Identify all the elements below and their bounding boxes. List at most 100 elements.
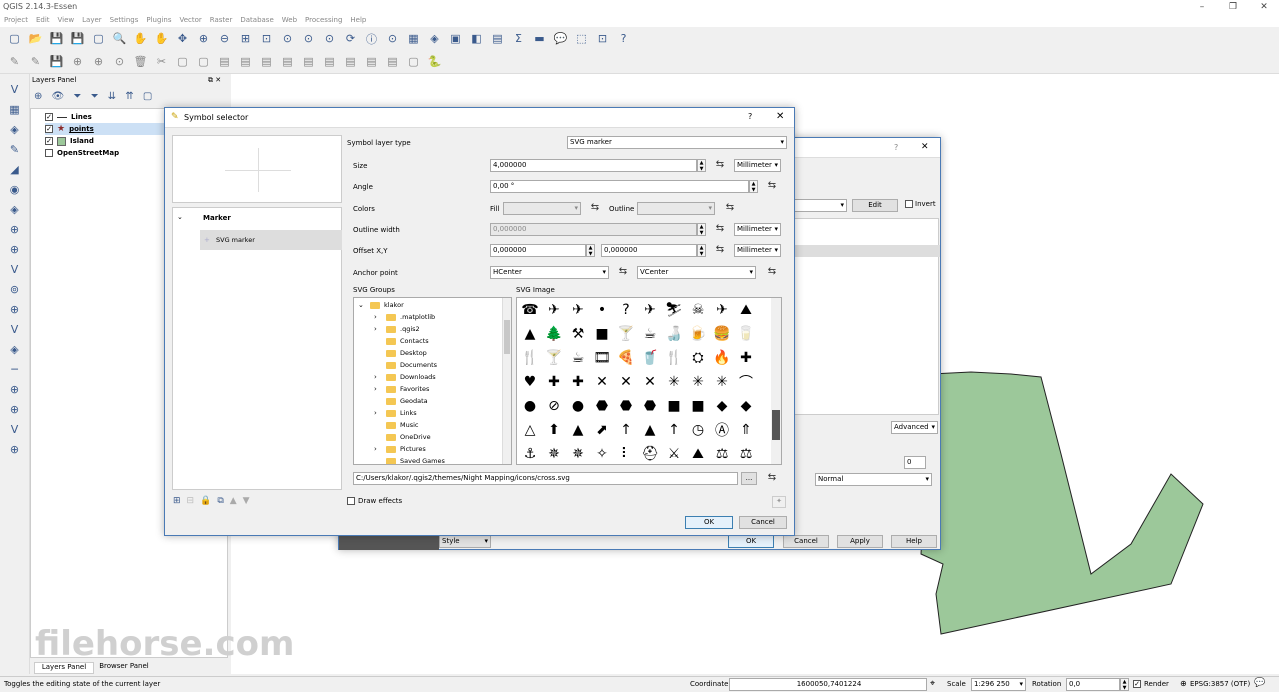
menu-settings[interactable]: Settings	[106, 14, 143, 26]
toolbar-icon[interactable]: ▢	[196, 54, 211, 69]
svg-group-item[interactable]: › .qgis2	[374, 323, 420, 335]
anchor-v-combo[interactable]: VCenter	[637, 266, 756, 279]
svg-symbol[interactable]: ✵	[567, 443, 589, 464]
svg-symbol[interactable]: 🍺	[687, 323, 709, 345]
style-button[interactable]: Style	[439, 535, 491, 548]
svg-symbol[interactable]: ⚔	[663, 443, 685, 464]
symbol-list[interactable]	[779, 218, 940, 415]
toolbar-icon[interactable]: ⊡	[595, 31, 610, 46]
svg-symbol[interactable]: ↑	[615, 419, 637, 441]
toolbar-icon[interactable]: 🗑	[133, 54, 148, 69]
svg-symbol[interactable]: ◷	[687, 419, 709, 441]
size-input[interactable]: 4,000000	[490, 159, 697, 172]
add-layer-icon[interactable]: ⊕	[7, 382, 22, 397]
layers-panel-toolbar[interactable]: ⊕ 👁 ⏷ ⏷ ⇊ ⇈ ▢	[34, 91, 155, 102]
add-layer-icon[interactable]: ─	[7, 362, 22, 377]
svg-group-item[interactable]: Contacts	[374, 335, 429, 347]
close-icon[interactable]: ✕	[921, 142, 929, 152]
svg-symbol[interactable]: 🍴	[519, 347, 541, 369]
menu-web[interactable]: Web	[278, 14, 301, 26]
expand-icon[interactable]: ›	[374, 409, 386, 417]
svg-symbol[interactable]: ▲	[639, 419, 661, 441]
toolbar-icon[interactable]: ▤	[217, 54, 232, 69]
duplicate-icon[interactable]: ⧉	[217, 496, 223, 506]
data-defined-icon[interactable]: ⇆	[723, 202, 737, 214]
toolbar-icon[interactable]: ✎	[28, 54, 43, 69]
coordinate-field[interactable]: 1600050,7401224	[729, 678, 927, 691]
tree-item-marker[interactable]: Marker	[203, 214, 231, 222]
toolbar-icon[interactable]: 💾	[49, 31, 64, 46]
svg-symbol[interactable]: ⇑	[735, 419, 757, 441]
svg-symbol[interactable]: ⚖	[711, 443, 733, 464]
menu-edit[interactable]: Edit	[32, 14, 54, 26]
apply-button[interactable]: Apply	[837, 535, 883, 548]
invert-checkbox[interactable]: Invert	[905, 200, 936, 208]
help-icon[interactable]: ?	[748, 112, 752, 121]
ok-button[interactable]: OK	[728, 535, 774, 548]
svg-symbol[interactable]: ✈	[711, 299, 733, 321]
fill-color-button[interactable]	[503, 202, 581, 215]
toolbar-icon[interactable]: ▤	[322, 54, 337, 69]
cancel-button[interactable]: Cancel	[783, 535, 829, 548]
svg-group-item[interactable]: › Favorites	[374, 383, 429, 395]
svg-group-item[interactable]: OneDrive	[374, 431, 431, 443]
size-unit-combo[interactable]: Millimeter	[734, 159, 781, 172]
svg-symbol[interactable]: ⛭	[687, 347, 709, 369]
add-layer-icon[interactable]: V	[7, 82, 22, 97]
advanced-button[interactable]: Advanced	[891, 421, 938, 434]
svg-symbol[interactable]: ⬆	[543, 419, 565, 441]
remove-layer-icon[interactable]: ⊟	[187, 496, 195, 506]
toolbar-icon[interactable]: 📂	[28, 31, 43, 46]
anchor-h-combo[interactable]: HCenter	[490, 266, 609, 279]
grid-scrollbar[interactable]	[771, 298, 781, 464]
symbol-layer-type-combo[interactable]: SVG marker	[567, 136, 787, 149]
add-layer-icon[interactable]: ⊕	[7, 242, 22, 257]
expand-icon[interactable]: ›	[374, 325, 386, 333]
svg-symbol[interactable]: ⌒	[735, 371, 757, 393]
data-defined-icon[interactable]: ⇆	[588, 202, 602, 214]
svg-symbol[interactable]: ✈	[567, 299, 589, 321]
toolbar-icon[interactable]: ▦	[406, 31, 421, 46]
toolbar-icon[interactable]: ▢	[91, 31, 106, 46]
svg-symbol[interactable]: ☠	[687, 299, 709, 321]
add-layer-icon[interactable]: ◈	[7, 122, 22, 137]
toolbar-icon[interactable]: ⊙	[280, 31, 295, 46]
svg-symbol[interactable]: ◆	[711, 395, 733, 417]
toolbar-icon[interactable]: ▤	[301, 54, 316, 69]
blend-mode-combo[interactable]: Normal	[815, 473, 932, 486]
close-icon[interactable]: ✕	[1252, 0, 1276, 14]
add-layer-icon[interactable]: ⊕	[7, 442, 22, 457]
menu-project[interactable]: Project	[0, 14, 32, 26]
svg-symbol[interactable]: ●	[567, 395, 589, 417]
svg-groups-tree[interactable]: ⌄ klakor › .matplotlib › .qgis2 Contacts Deskto…	[353, 297, 512, 465]
data-defined-icon[interactable]: ⇆	[765, 266, 779, 278]
svg-symbol[interactable]: ⛷	[663, 299, 685, 321]
svg-symbol[interactable]: ✵	[543, 443, 565, 464]
toolbar-icon[interactable]: ▤	[343, 54, 358, 69]
svg-symbol[interactable]: 🔥	[711, 347, 733, 369]
svg-symbol[interactable]: ✳	[687, 371, 709, 393]
toolbar-icon[interactable]: ⊙	[112, 54, 127, 69]
svg-symbol[interactable]: ⚒	[567, 323, 589, 345]
svg-symbol[interactable]: 🥛	[735, 323, 757, 345]
svg-symbol[interactable]: •	[591, 299, 613, 321]
layer-checkbox[interactable]: ✓	[45, 113, 53, 121]
layer-row-lines[interactable]: ✓ Lines	[45, 111, 92, 123]
svg-symbol[interactable]: ?	[615, 299, 637, 321]
menu-raster[interactable]: Raster	[206, 14, 237, 26]
toolbar-icon[interactable]: 💾	[49, 54, 64, 69]
svg-symbol[interactable]: ■	[687, 395, 709, 417]
add-layer-icon[interactable]: V	[7, 422, 22, 437]
svg-symbol[interactable]: ☕	[567, 347, 589, 369]
svg-symbol[interactable]: ✳	[711, 371, 733, 393]
svg-symbol[interactable]: ⚖	[735, 443, 757, 464]
menu-layer[interactable]: Layer	[78, 14, 106, 26]
svg-symbol[interactable]: ✧	[591, 443, 613, 464]
layer-checkbox[interactable]: ✓	[45, 137, 53, 145]
svg-symbol[interactable]: ▲	[519, 323, 541, 345]
svg-symbol[interactable]: ✈	[639, 299, 661, 321]
browse-button[interactable]: ...	[741, 472, 757, 485]
toolbar-icon[interactable]: ◧	[469, 31, 484, 46]
outline-color-button[interactable]	[637, 202, 715, 215]
toolbar-icon[interactable]: Σ	[511, 31, 526, 46]
